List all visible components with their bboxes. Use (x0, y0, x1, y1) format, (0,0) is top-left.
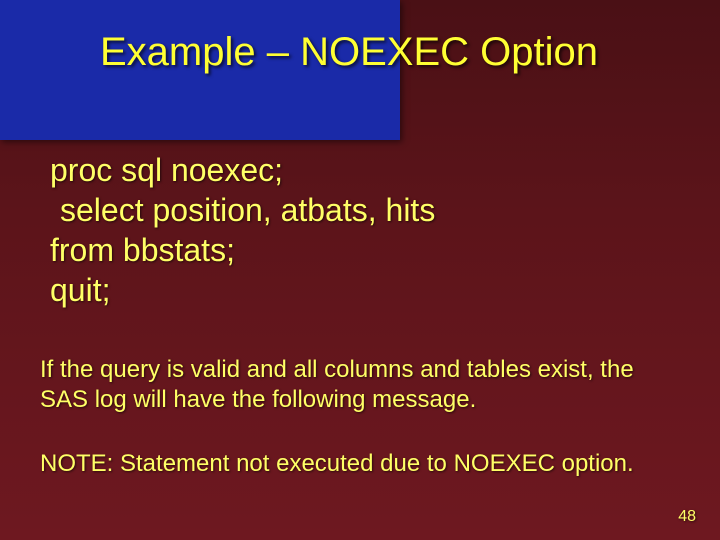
sas-log-note: NOTE: Statement not executed due to NOEX… (40, 450, 680, 478)
code-line: from bbstats; (50, 230, 680, 270)
code-line: proc sql noexec; (50, 150, 680, 190)
slide-title: Example – NOEXEC Option (100, 30, 680, 75)
code-block: proc sql noexec; select position, atbats… (50, 150, 680, 310)
code-line: select position, atbats, hits (50, 190, 680, 230)
code-line: quit; (50, 270, 680, 310)
slide: Example – NOEXEC Option proc sql noexec;… (0, 0, 720, 540)
page-number: 48 (678, 508, 696, 526)
explanation-text: If the query is valid and all columns an… (40, 355, 680, 415)
